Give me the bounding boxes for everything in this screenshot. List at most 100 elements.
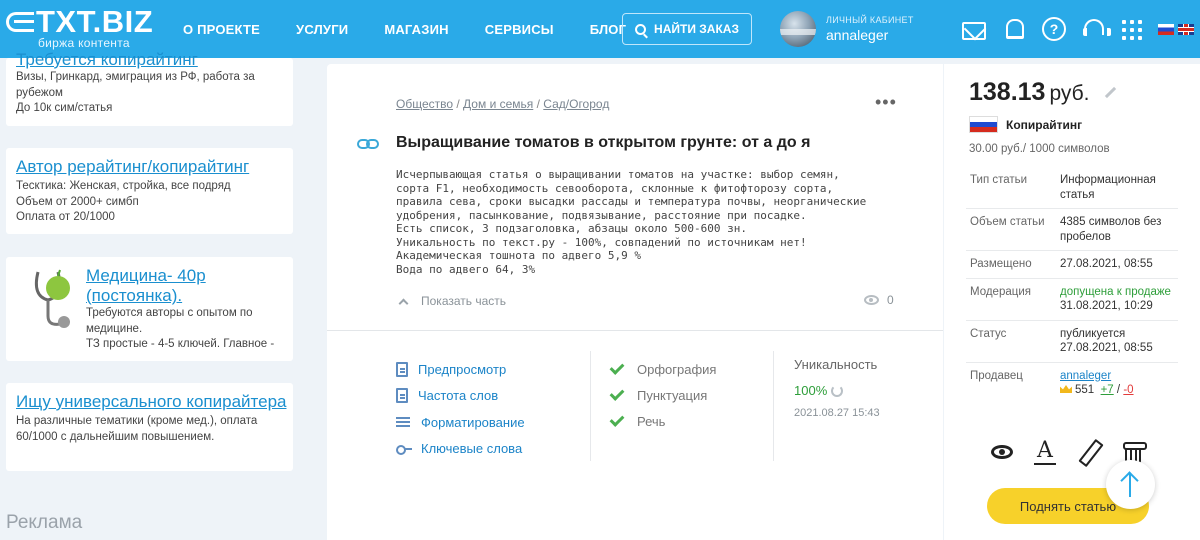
- info-value: публикуется 27.08.2021, 08:55: [1056, 320, 1178, 363]
- nav-tools[interactable]: СЕРВИСЫ: [485, 22, 554, 37]
- info-key: Продавец: [970, 369, 1023, 382]
- breadcrumb-garden[interactable]: Сад/Огород: [543, 97, 609, 111]
- divider: [590, 351, 591, 461]
- tool-formatting[interactable]: Форматирование: [396, 409, 525, 436]
- crown-icon: [1060, 385, 1072, 393]
- seller-link[interactable]: annaleger: [1060, 370, 1111, 382]
- job-card-title[interactable]: Автор рерайтинг/копирайтинг: [16, 157, 249, 177]
- show-part-toggle[interactable]: Показать часть: [398, 294, 507, 308]
- site-logo[interactable]: TXT.BIZ биржа контента: [6, 4, 176, 50]
- table-row: Тип статьи Информационная статья: [966, 167, 1178, 209]
- info-key: Модерация: [966, 278, 1056, 321]
- headset-icon[interactable]: [1082, 17, 1111, 41]
- eye-icon[interactable]: [991, 445, 1013, 459]
- job-card-text: Тесктика: Женская, стройка, все подряд О…: [16, 179, 286, 226]
- tool-label: Предпросмотр: [418, 361, 507, 377]
- account-menu[interactable]: ЛИЧНЫЙ КАБИНЕТ annaleger: [780, 10, 914, 48]
- flag-ru-icon[interactable]: [1158, 23, 1174, 35]
- show-part-label: Показать часть: [421, 294, 507, 308]
- category-label: Копирайтинг: [1006, 117, 1083, 132]
- uniqueness-block: Уникальность 100% 2021.08.27 15:43: [794, 357, 880, 419]
- job-card: Медицина- 40р (постоянка). Требуются авт…: [6, 257, 293, 361]
- help-icon[interactable]: ?: [1042, 17, 1066, 41]
- job-card-text: Требуются авторы с опытом по медицине. Т…: [86, 306, 286, 353]
- tool-label: Форматирование: [421, 414, 525, 430]
- info-key: Статус: [966, 320, 1056, 363]
- check-spelling: Орфография: [609, 356, 717, 382]
- pencil-icon[interactable]: [1077, 440, 1101, 464]
- views-count: 0: [887, 293, 894, 307]
- font-icon[interactable]: A: [1033, 440, 1057, 465]
- info-value: Информационная статья: [1056, 167, 1178, 209]
- job-card-line: На различные тематики (кроме мед.), опла…: [16, 415, 258, 443]
- check-label: Орфография: [637, 361, 717, 377]
- category: Копирайтинг: [969, 116, 1082, 133]
- nav-services[interactable]: УСЛУГИ: [296, 22, 348, 37]
- preview-icon: [396, 361, 408, 377]
- job-card: Ищу универсального копирайтера На различ…: [6, 383, 293, 471]
- more-menu-icon[interactable]: •••: [875, 93, 897, 111]
- table-row: Статус публикуется 27.08.2021, 08:55: [966, 320, 1178, 363]
- job-card-line: Объем от 2000+ симбп: [16, 195, 139, 208]
- breadcrumb-home-family[interactable]: Дом и семья: [463, 97, 533, 111]
- job-card-title[interactable]: Требуется копирайтинг: [16, 50, 198, 70]
- eye-icon: [864, 295, 879, 305]
- check-speech: Речь: [609, 408, 716, 434]
- scroll-to-top-button[interactable]: [1106, 460, 1155, 509]
- article-description: Исчерпывающая статья о выращивании томат…: [396, 168, 867, 276]
- info-key: Объем статьи: [966, 208, 1056, 251]
- article-info-table: Тип статьи Информационная статья Объем с…: [966, 167, 1178, 404]
- job-card: Автор рерайтинг/копирайтинг Тесктика: Же…: [6, 148, 293, 234]
- job-card-text: На различные тематики (кроме мед.), опла…: [16, 414, 286, 445]
- flag-uk-icon[interactable]: [1178, 23, 1194, 35]
- price-value: 138.13: [969, 78, 1046, 106]
- job-card-title[interactable]: Ищу универсального копирайтера: [16, 392, 286, 412]
- job-card-line: Требуются авторы с опытом по медицине.: [86, 307, 253, 335]
- divider: [327, 330, 943, 331]
- positive-reviews-link[interactable]: +7: [1101, 384, 1114, 396]
- seller-rating: 551: [1075, 384, 1095, 396]
- nav-blog[interactable]: БЛОГ: [590, 22, 626, 37]
- logo-subtitle: биржа контента: [38, 36, 130, 50]
- find-order-label: НАЙТИ ЗАКАЗ: [654, 22, 739, 36]
- tool-label: Частота слов: [418, 388, 499, 404]
- price-rate: 30.00 руб./ 1000 символов: [969, 143, 1110, 155]
- moderation-status: допущена к продаже: [1060, 285, 1171, 298]
- account-name: annaleger: [826, 27, 889, 43]
- find-order-button[interactable]: НАЙТИ ЗАКАЗ: [622, 13, 752, 45]
- uniqueness-value: 100%: [794, 383, 828, 398]
- info-value: 27.08.2021, 08:55: [1056, 250, 1178, 279]
- job-card-line: До 10к сим/статья: [16, 102, 113, 114]
- ads-heading: Реклама: [6, 512, 83, 533]
- nav-about[interactable]: О ПРОЕКТЕ: [183, 22, 260, 37]
- bell-icon[interactable]: [1002, 17, 1026, 41]
- negative-reviews-link[interactable]: -0: [1123, 384, 1133, 396]
- uniqueness-date: 2021.08.27 15:43: [794, 407, 880, 419]
- tool-preview[interactable]: Предпросмотр: [396, 356, 525, 383]
- job-card-line: Оплата от 20/1000: [16, 211, 115, 223]
- analysis-tools: Предпросмотр Частота слов Форматирование…: [396, 356, 525, 462]
- nav-shop[interactable]: МАГАЗИН: [384, 22, 448, 37]
- apps-grid-icon[interactable]: [1122, 20, 1142, 40]
- job-card-line: Визы, Гринкард, эмиграция из РФ, работа …: [16, 71, 255, 99]
- moderation-date: 31.08.2021, 10:29: [1060, 300, 1153, 312]
- job-card-title[interactable]: Медицина- 40р (постоянка).: [86, 266, 286, 306]
- article-title: Выращивание томатов в открытом грунте: о…: [396, 134, 811, 151]
- check-label: Речь: [637, 413, 666, 429]
- chevron-up-icon: [398, 298, 409, 308]
- job-card-text: Визы, Гринкард, эмиграция из РФ, работа …: [16, 70, 286, 117]
- breadcrumb-separator: /: [453, 97, 464, 111]
- mail-icon[interactable]: [962, 21, 986, 40]
- tool-word-frequency[interactable]: Частота слов: [396, 383, 525, 410]
- info-value: 4385 символов без пробелов: [1056, 208, 1178, 251]
- breadcrumb-society[interactable]: Общество: [396, 97, 453, 111]
- article-panel: Общество / Дом и семья / Сад/Огород ••• …: [327, 64, 943, 540]
- link-icon[interactable]: [357, 139, 379, 151]
- logo-text: TXT.BIZ: [36, 4, 154, 39]
- job-card-line: ТЗ простые - 4-5 ключей. Главное -: [86, 338, 275, 350]
- info-value: допущена к продаже 31.08.2021, 10:29: [1056, 278, 1178, 321]
- refresh-icon[interactable]: [831, 384, 844, 397]
- reviews-separator: /: [1116, 384, 1121, 396]
- tool-keywords[interactable]: Ключевые слова: [396, 436, 525, 463]
- edit-price-icon[interactable]: [1104, 86, 1117, 99]
